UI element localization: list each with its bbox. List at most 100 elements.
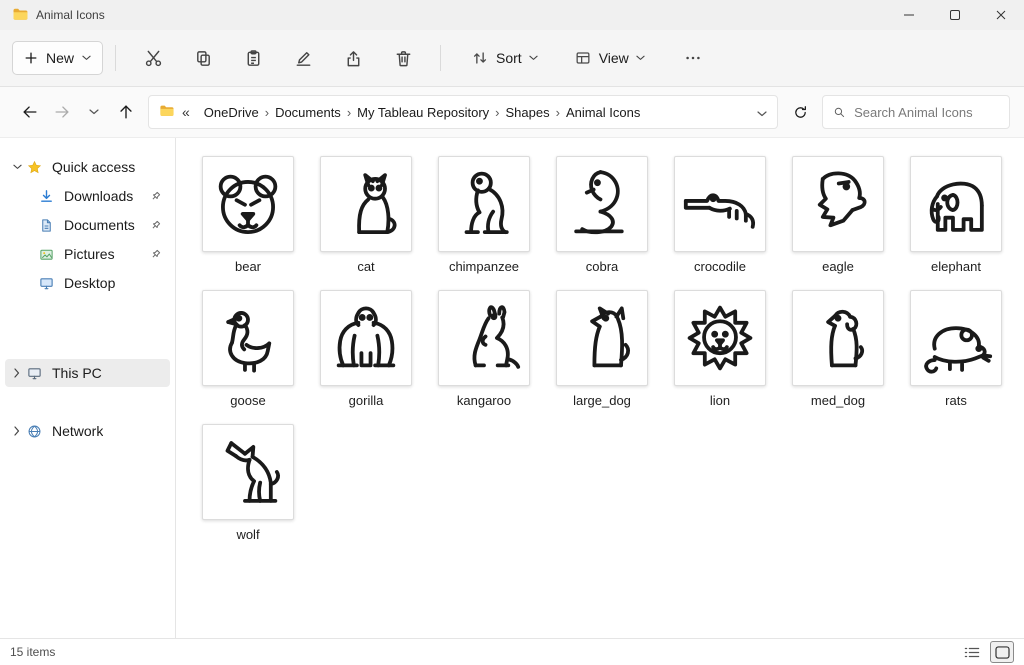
back-button[interactable] [14,96,46,128]
ellipsis-icon [684,49,702,67]
breadcrumb-item-animal-icons[interactable]: Animal Icons [560,102,646,123]
large-icons-view-button[interactable] [990,641,1014,663]
goose-icon [210,300,286,376]
file-thumbnail [674,290,766,386]
sidebar-item-quick-access[interactable]: Quick access [5,153,170,181]
forward-button[interactable] [46,96,78,128]
share-button[interactable] [333,40,373,76]
main-area: Quick access DownloadsDocuments Pictures D… [0,138,1024,638]
file-thumbnail [910,156,1002,252]
star-icon [25,160,43,175]
file-name: goose [230,393,265,408]
breadcrumb-path: OneDrive›Documents›My Tableau Repository… [198,102,647,123]
file-name: cat [357,259,374,274]
cat-icon [328,166,404,242]
copy-icon [194,49,213,68]
cut-button[interactable] [133,40,173,76]
breadcrumb-separator: › [495,105,499,120]
pin-icon [150,220,161,231]
file-item-gorilla[interactable]: gorilla [320,290,412,408]
file-item-kangaroo[interactable]: kangaroo [438,290,530,408]
file-thumbnail [320,156,412,252]
file-item-wolf[interactable]: wolf [202,424,294,542]
large_dog-icon [564,300,640,376]
up-button[interactable] [110,96,142,128]
file-item-med_dog[interactable]: med_dog [792,290,884,408]
close-button[interactable] [978,0,1024,30]
paste-icon [244,49,263,68]
status-bar: 15 items [0,638,1024,665]
file-item-lion[interactable]: lion [674,290,766,408]
rename-icon [294,49,313,68]
file-name: cobra [586,259,619,274]
toolbar-divider [440,45,441,71]
elephant-icon [918,166,994,242]
file-item-crocodile[interactable]: crocodile [674,156,766,274]
minimize-button[interactable] [886,0,932,30]
view-button[interactable]: View [564,40,655,76]
breadcrumb-dropdown-button[interactable] [757,104,767,120]
sidebar-item-label: Desktop [64,275,115,291]
copy-button[interactable] [183,40,223,76]
file-thumbnail [438,156,530,252]
rename-button[interactable] [283,40,323,76]
sidebar-item-this-pc[interactable]: This PC [5,359,170,387]
file-thumbnail [202,156,294,252]
chevron-right-icon[interactable] [9,368,25,378]
file-item-rats[interactable]: rats [910,290,1002,408]
folder-icon [12,6,28,25]
sidebar-item-label: Pictures [64,246,115,262]
file-item-elephant[interactable]: elephant [910,156,1002,274]
chevron-right-icon[interactable] [9,426,25,436]
sidebar-item-downloads[interactable]: Downloads [5,182,170,210]
sort-button[interactable]: Sort [461,40,548,76]
file-item-eagle[interactable]: eagle [792,156,884,274]
breadcrumb-bar[interactable]: « OneDrive›Documents›My Tableau Reposito… [148,95,778,129]
breadcrumb-item-shapes[interactable]: Shapes [500,102,556,123]
chevron-down-icon [82,55,91,61]
file-item-large_dog[interactable]: large_dog [556,290,648,408]
sidebar-item-documents[interactable]: Documents [5,211,170,239]
lion-icon [682,300,758,376]
maximize-button[interactable] [932,0,978,30]
pin-icon [150,191,161,202]
file-thumbnail [202,424,294,520]
delete-button[interactable] [383,40,423,76]
recent-locations-button[interactable] [78,96,110,128]
file-thumbnail [792,156,884,252]
breadcrumb-item-documents[interactable]: Documents [269,102,347,123]
sidebar-item-network[interactable]: Network [5,417,170,445]
chevron-down-icon [757,111,767,117]
minimize-icon [904,10,914,20]
refresh-button[interactable] [784,96,816,128]
new-button[interactable]: New [12,41,103,75]
breadcrumb-overflow-button[interactable]: « [180,104,192,120]
file-item-bear[interactable]: bear [202,156,294,274]
search-input[interactable] [854,105,999,120]
refresh-icon [792,104,809,121]
file-item-cat[interactable]: cat [320,156,412,274]
sidebar-item-pictures[interactable]: Pictures [5,240,170,268]
navigation-pane: Quick access DownloadsDocuments Pictures D… [0,138,176,638]
file-item-chimpanzee[interactable]: chimpanzee [438,156,530,274]
breadcrumb-item-my-tableau-repository[interactable]: My Tableau Repository [351,102,495,123]
file-item-goose[interactable]: goose [202,290,294,408]
back-arrow-icon [21,103,39,121]
file-item-cobra[interactable]: cobra [556,156,648,274]
details-view-button[interactable] [960,641,984,663]
crocodile-icon [682,166,758,242]
more-options-button[interactable] [675,40,711,76]
breadcrumb-item-onedrive[interactable]: OneDrive [198,102,265,123]
search-icon [833,105,846,120]
kangaroo-icon [446,300,522,376]
sidebar-item-desktop[interactable]: Desktop [5,269,170,297]
file-thumbnail [556,156,648,252]
cut-icon [144,49,163,68]
chevron-down-icon[interactable] [9,164,25,170]
folder-icon [159,103,174,121]
sidebar-item-label: Network [52,423,103,439]
gorilla-icon [328,300,404,376]
search-box[interactable] [822,95,1010,129]
paste-button[interactable] [233,40,273,76]
file-name: eagle [822,259,854,274]
